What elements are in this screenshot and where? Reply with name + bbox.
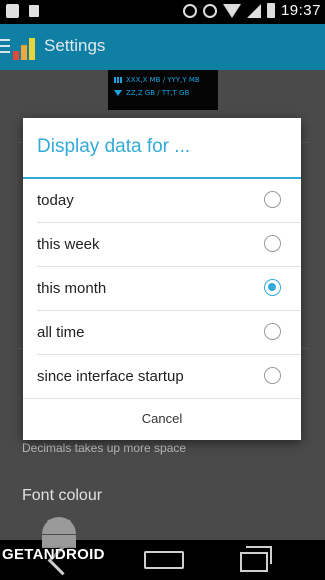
app-bar: Settings <box>0 24 325 70</box>
option-label: all time <box>37 324 85 341</box>
bluetooth-icon <box>182 3 197 18</box>
option-label: this month <box>37 280 107 297</box>
clock: 19:37 <box>280 2 321 19</box>
option-this-month[interactable]: this month <box>23 267 301 311</box>
menu-icon[interactable] <box>0 39 10 53</box>
option-label: today <box>37 192 74 209</box>
option-this-week[interactable]: this week <box>23 223 301 267</box>
recent-apps-icon[interactable] <box>240 546 272 572</box>
font-colour-setting[interactable]: Font colour <box>22 487 102 505</box>
android-logo-icon <box>42 517 76 548</box>
dialog-title: Display data for ... <box>37 136 191 157</box>
option-since-interface-startup[interactable]: since interface startup <box>23 355 301 399</box>
widget-mobile-usage: XXX,X MB / YYY,Y MB <box>126 76 200 84</box>
page-title: Settings <box>44 36 106 55</box>
widget-preview: XXX,X MB / YYY,Y MB ZZ,Z GB / TT,T GB <box>108 70 218 110</box>
option-today[interactable]: today <box>23 179 301 223</box>
radio-button[interactable] <box>264 235 281 252</box>
alarm-icon <box>202 3 217 18</box>
battery-icon <box>266 3 275 18</box>
home-icon[interactable] <box>144 551 184 569</box>
radio-button[interactable] <box>264 323 281 340</box>
wifi-icon <box>114 90 122 96</box>
wifi-icon <box>222 3 241 18</box>
app-logo-icon[interactable] <box>12 33 40 61</box>
status-bar: 19:37 <box>0 0 325 24</box>
option-label: this week <box>37 236 100 253</box>
decimals-summary: Decimals takes up more space <box>22 441 187 455</box>
cancel-button[interactable]: Cancel <box>23 398 301 440</box>
radio-button[interactable] <box>264 367 281 384</box>
signal-icon <box>246 3 261 18</box>
option-all-time[interactable]: all time <box>23 311 301 355</box>
option-label: since interface startup <box>37 368 184 385</box>
watermark: GETANDROID <box>2 546 105 563</box>
widget-wifi-usage: ZZ,Z GB / TT,T GB <box>126 89 190 97</box>
signal-bars-icon <box>114 77 122 83</box>
sd-card-icon <box>29 5 39 17</box>
radio-button[interactable] <box>264 191 281 208</box>
display-data-dialog: Display data for ... today this week thi… <box>23 118 301 440</box>
radio-button-selected[interactable] <box>264 279 281 296</box>
image-icon <box>6 4 19 18</box>
